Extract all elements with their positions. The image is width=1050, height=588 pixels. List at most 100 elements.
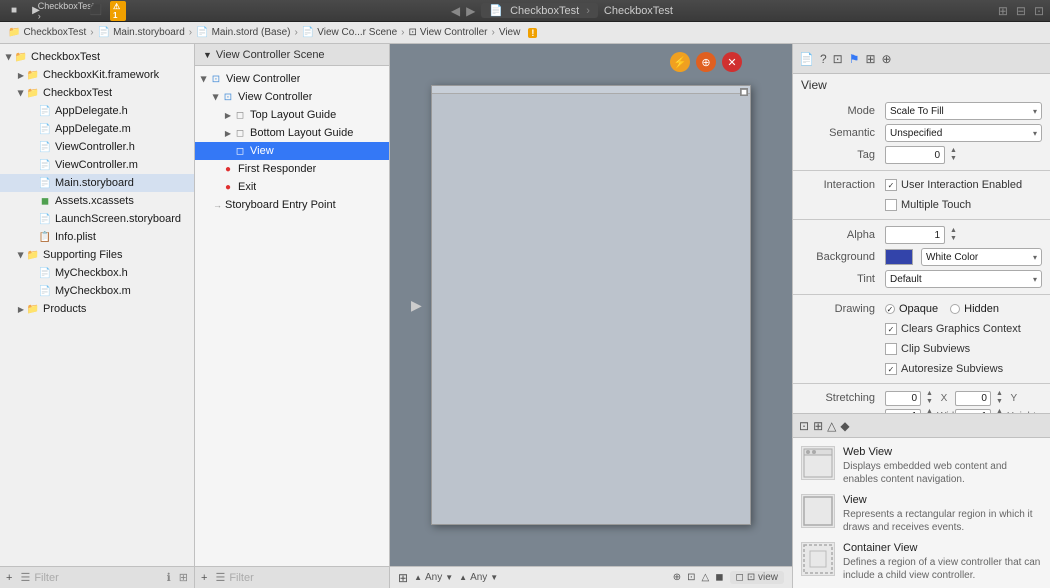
tree-item-main-storyboard[interactable]: 📄 Main.storyboard [0, 174, 194, 192]
back-icon[interactable]: ◀ [451, 4, 460, 18]
color-swatch-background[interactable] [885, 249, 913, 265]
checkbox-user-interaction[interactable] [885, 179, 897, 191]
size-inspector-icon[interactable]: ⊞ [865, 52, 875, 66]
tree-label: AppDelegate.h [55, 105, 128, 117]
file-inspector-icon[interactable]: 📄 [799, 52, 814, 66]
tree-item-appdelegate-h[interactable]: 📄 AppDelegate.h [0, 102, 194, 120]
warning-icon[interactable]: ⚠ 1 [110, 3, 126, 19]
scene-item-first-responder[interactable]: ● First Responder [195, 160, 389, 178]
tag-stepper[interactable]: ▲ ▼ [950, 147, 957, 163]
size-selector-w[interactable]: ▲ Any ▼ [414, 572, 453, 583]
attr-select-semantic[interactable]: Unspecified ▾ [885, 124, 1042, 142]
checkbox-clip-subviews[interactable] [885, 343, 897, 355]
storyboard-canvas[interactable]: ⚡ ⊕ ✕ ▶ ◼ [390, 44, 792, 566]
stretch-x-stepper[interactable]: ▲ ▼ [926, 390, 933, 406]
tree-item-info-plist[interactable]: 📋 Info.plist [0, 228, 194, 246]
scene-item-exit[interactable]: ● Exit [195, 178, 389, 196]
info-icon[interactable]: ℹ [167, 571, 171, 584]
tree-item-appdelegate-m[interactable]: 📄 AppDelegate.m [0, 120, 194, 138]
attr-label-alpha: Alpha [801, 229, 881, 241]
lib-item-desc-container: Defines a region of a view controller th… [843, 556, 1042, 582]
tree-item-checkboxtest-sub[interactable]: ▶ 📁 CheckboxTest [0, 84, 194, 102]
stop-icon[interactable]: ■ [6, 3, 22, 19]
stepper-down[interactable]: ▼ [950, 155, 957, 163]
breadcrumb-item-2[interactable]: 📄 Main.storyboard [98, 27, 185, 38]
vc-icon-exit[interactable]: ✕ [722, 52, 742, 72]
tree-item-assets[interactable]: ◼ Assets.xcassets [0, 192, 194, 210]
vc-icon-warning[interactable]: ⚡ [670, 52, 690, 72]
forward-icon[interactable]: ▶ [466, 4, 475, 18]
checkbox-autoresize[interactable] [885, 363, 897, 375]
size-selector-h[interactable]: ▲ Any ▼ [459, 572, 498, 583]
tree-item-mycheckbox-h[interactable]: 📄 MyCheckbox.h [0, 264, 194, 282]
align-icon[interactable]: ⊡ [687, 572, 695, 583]
tree-item-launchscreen[interactable]: 📄 LaunchScreen.storyboard [0, 210, 194, 228]
tree-item-viewcontroller-m[interactable]: 📄 ViewController.m [0, 156, 194, 174]
stretch-y-stepper[interactable]: ▲ ▼ [996, 390, 1003, 406]
lib-item-container[interactable]: Container View Defines a region of a vie… [793, 538, 1050, 586]
tree-item-mycheckbox-m[interactable]: 📄 MyCheckbox.m [0, 282, 194, 300]
breadcrumb-item-1[interactable]: 📁 CheckboxTest [8, 27, 86, 38]
attr-select-tint[interactable]: Default ▾ [885, 270, 1042, 288]
radio-hidden[interactable] [950, 304, 960, 314]
connections-inspector-icon[interactable]: ⊕ [882, 52, 892, 66]
checkbox-multiple-touch[interactable] [885, 199, 897, 211]
attributes-icon[interactable]: ⚑ [849, 52, 860, 66]
tree-label: Main.storyboard [55, 177, 134, 189]
view-toggle-mid[interactable]: ⊟ [1016, 4, 1026, 18]
stepper-down-alpha[interactable]: ▼ [950, 235, 957, 243]
scene-item-vc-scene[interactable]: ▶ ⊡ View Controller [195, 70, 389, 88]
view-toggle-left[interactable]: ⊞ [998, 4, 1008, 18]
breadcrumb-sep-4: › [401, 27, 404, 38]
expand-arrow-icon[interactable]: ▶ [411, 297, 422, 314]
stepper-up-alpha[interactable]: ▲ [950, 227, 957, 235]
radio-opaque[interactable] [885, 304, 895, 314]
add-file-icon[interactable]: + [6, 572, 12, 584]
tree-item-products[interactable]: ▶ 📁 Products [0, 300, 194, 318]
alpha-stepper[interactable]: ▲ ▼ [950, 227, 957, 243]
attr-select-background[interactable]: White Color ▾ [921, 248, 1042, 266]
scene-item-entry[interactable]: → Storyboard Entry Point [195, 196, 389, 214]
layout-icon-bottom[interactable]: ⊞ [398, 571, 408, 585]
lib-item-view[interactable]: View Represents a rectangular region in … [793, 490, 1050, 538]
attr-input-alpha[interactable]: 1 [885, 226, 945, 244]
lib-item-webview[interactable]: Web View Displays embedded web content a… [793, 442, 1050, 490]
attr-row-autoresize: Autoresize Subviews [793, 359, 1050, 379]
resize-handle[interactable]: ◼ [740, 88, 748, 96]
scheme-icon[interactable]: CheckboxTest › [58, 3, 74, 19]
embed-icon[interactable]: ◼ [715, 572, 723, 583]
tree-item-supporting[interactable]: ▶ 📁 Supporting Files [0, 246, 194, 264]
lib-icon-filter[interactable]: △ [827, 419, 836, 433]
lib-icon-more[interactable]: ◆ [840, 419, 849, 433]
tree-item-viewcontroller-h[interactable]: 📄 ViewController.h [0, 138, 194, 156]
breadcrumb-item-6[interactable]: View [499, 27, 521, 38]
attr-input-tag[interactable]: 0 [885, 146, 945, 164]
lib-icon-search[interactable]: ⊞ [813, 419, 823, 433]
view-toggle-right[interactable]: ⊡ [1034, 4, 1044, 18]
stepper-up[interactable]: ▲ [950, 147, 957, 155]
add-scene-icon[interactable]: + [201, 572, 207, 584]
scene-item-bottom-layout[interactable]: ▶ ◻ Bottom Layout Guide [195, 124, 389, 142]
resolve-icon[interactable]: △ [702, 572, 710, 583]
breadcrumb-item-5[interactable]: ⊡ View Controller [408, 27, 487, 38]
identity-icon[interactable]: ⊡ [833, 52, 843, 66]
breadcrumb-sep-1: › [90, 27, 93, 38]
vc-icon-responder[interactable]: ⊕ [696, 52, 716, 72]
stretch-x[interactable]: 0 [885, 391, 921, 406]
lib-icon-shapes[interactable]: ⊡ [799, 419, 809, 433]
attr-select-mode[interactable]: Scale To Fill ▾ [885, 102, 1042, 120]
constraints-icon[interactable]: ⊕ [673, 572, 681, 583]
checkbox-clears-graphics[interactable] [885, 323, 897, 335]
stretch-y[interactable]: 0 [955, 391, 991, 406]
tree-item-checkboxkit[interactable]: ▶ 📁 CheckboxKit.framework [0, 66, 194, 84]
quick-help-icon[interactable]: ? [820, 52, 827, 66]
top-toolbar: ■ ▶ CheckboxTest › ⬛ ⚠ 1 ◀ ▶ 📄 CheckboxT… [0, 0, 1050, 22]
breadcrumb-item-3[interactable]: 📄 Main.stord (Base) [196, 27, 290, 38]
hierarchy-icon[interactable]: ⊞ [179, 571, 188, 584]
scene-item-top-layout[interactable]: ▶ ◻ Top Layout Guide [195, 106, 389, 124]
tree-label: LaunchScreen.storyboard [55, 213, 181, 225]
tree-item-checkboxtest-root[interactable]: ▶ 📁 CheckboxTest [0, 48, 194, 66]
scene-item-vc[interactable]: ▶ ⊡ View Controller [195, 88, 389, 106]
breadcrumb-item-4[interactable]: 📄 View Co...r Scene [302, 27, 397, 38]
scene-item-view[interactable]: ◻ View [195, 142, 389, 160]
